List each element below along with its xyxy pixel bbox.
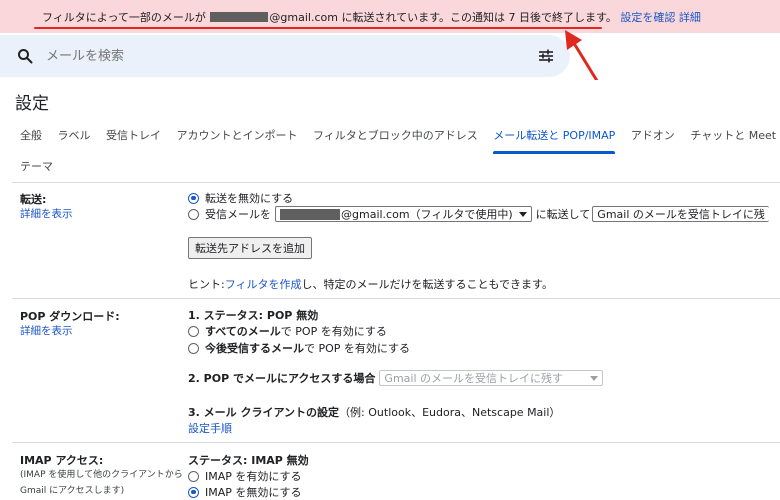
tune-icon[interactable] [538,48,554,64]
search-input[interactable] [46,48,446,63]
setup-instructions-link[interactable]: 設定手順 [188,420,232,436]
chevron-down-icon [518,211,527,217]
pop-future-radio[interactable] [188,342,199,354]
imap-disable-label: IMAP を無効にする [205,486,302,499]
banner-message-start: フィルタによって一部のメールが [42,11,206,24]
banner-email-domain: @gmail.com [269,11,338,24]
forward-action-select[interactable]: Gmail のメールを受信トレイに残 [592,206,769,222]
forwarding-disable-option[interactable]: 転送を無効にする [188,190,293,206]
pop-step2: 2. POP でメールにアクセスする場合 Gmail のメールを受信トレイに残す [188,370,604,386]
redacted-email [210,12,269,22]
forward-address-value: @gmail.com（フィルタで使用中) [341,208,513,221]
forwarding-hint: ヒント: フィルタを作成 し、特定のメールだけを転送することもできます。 [188,276,553,292]
create-filter-link[interactable]: フィルタを作成 [225,276,302,292]
banner-details-link[interactable]: 詳細 [679,11,701,24]
tab-themes[interactable]: テーマ [20,158,53,174]
pop-status: 1. ステータス: POP 無効 [188,309,319,322]
search-icon[interactable] [17,48,33,64]
forwarding-disable-label: 転送を無効にする [205,192,294,205]
redacted-address [280,208,340,220]
imap-enable-option[interactable]: IMAP を有効にする [188,468,302,484]
forward-action-value: Gmail のメールを受信トレイに残 [597,208,765,221]
pop-step3-example: （例: Outlook、Eudora、Netscape Mail） [339,406,561,419]
imap-disable-option[interactable]: IMAP を無効にする [188,484,302,500]
pop-future-option[interactable]: 今後受信するメールで POP を有効にする [188,340,410,356]
hint-prefix: ヒント: [188,278,225,291]
imap-enable-label: IMAP を有効にする [205,470,302,483]
forwarding-disable-radio[interactable] [188,192,199,204]
forwarding-notification-banner: フィルタによって一部のメールが @gmail.com に転送されています。この通… [0,0,780,33]
chevron-down-icon [590,375,599,381]
pop-access-select[interactable]: Gmail のメールを受信トレイに残す [379,370,604,386]
tab-labels[interactable]: ラベル [58,127,91,143]
forwarding-enable-option[interactable]: 受信メールを @gmail.com（フィルタで使用中) に転送して Gmail … [188,206,769,222]
forwarding-middle-label: に転送して [535,208,591,221]
pop-step3-label: 3. メール クライアントの設定 [188,406,340,419]
pop-all-bold: すべてのメール [205,325,281,338]
annotation-underline [34,27,602,29]
imap-enable-radio[interactable] [188,470,199,482]
forwarding-prefix-label: 受信メールを [205,208,271,221]
pop-details-link[interactable]: 詳細を表示 [20,323,73,338]
imap-disable-radio[interactable] [188,486,199,498]
pop-all-radio[interactable] [188,325,199,337]
forwarding-details-link[interactable]: 詳細を表示 [20,206,73,221]
pop-all-option[interactable]: すべてのメールで POP を有効にする [188,323,387,339]
pop-step2-label: 2. POP でメールにアクセスする場合 [188,372,376,385]
pop-all-rest: で POP を有効にする [280,325,387,338]
forwarding-enable-radio[interactable] [188,208,199,220]
forward-address-select[interactable]: @gmail.com（フィルタで使用中) [275,206,532,222]
imap-note: (IMAP を使用して他のクライアントから Gmail にアクセスします) [20,470,183,496]
section-divider [12,298,780,299]
search-bar[interactable] [0,35,570,77]
tab-addons[interactable]: アドオン [631,127,675,143]
hint-suffix: し、特定のメールだけを転送することもできます。 [301,278,553,291]
section-divider [12,442,780,443]
banner-message-end: に転送されています。この通知は 7 日後で終了します。 [341,11,617,24]
settings-panel: 設定 全般 ラベル 受信トレイ アカウントとインポート フィルタとブロック中のア… [0,80,780,500]
pop-future-bold: 今後受信するメール [205,342,304,355]
add-forwarding-address-button[interactable]: 転送先アドレスを追加 [188,237,312,259]
tab-general[interactable]: 全般 [20,127,42,143]
imap-label: IMAP アクセス: [20,454,104,467]
forwarding-label: 転送: [20,193,47,206]
banner-text: フィルタによって一部のメールが @gmail.com に転送されています。この通… [42,9,701,25]
tab-filters[interactable]: フィルタとブロック中のアドレス [313,127,478,143]
settings-tabs: 全般 ラベル 受信トレイ アカウントとインポート フィルタとブロック中のアドレス… [20,127,780,154]
imap-status: ステータス: IMAP 無効 [188,454,309,467]
search-area [0,35,780,77]
tab-forwarding-pop-imap[interactable]: メール転送と POP/IMAP [493,127,616,154]
banner-confirm-link[interactable]: 設定を確認 [620,11,675,24]
pop-label: POP ダウンロード: [20,310,120,323]
pop-step3: 3. メール クライアントの設定 （例: Outlook、Eudora、Nets… [188,404,560,420]
page-title: 設定 [15,94,49,114]
tabs-divider [12,182,780,183]
tab-accounts-import[interactable]: アカウントとインポート [177,127,298,143]
tab-chat-meet[interactable]: チャットと Meet [690,127,776,143]
tab-inbox[interactable]: 受信トレイ [106,127,161,143]
pop-future-rest: で POP を有効にする [304,342,411,355]
pop-access-value: Gmail のメールを受信トレイに残す [384,372,564,385]
